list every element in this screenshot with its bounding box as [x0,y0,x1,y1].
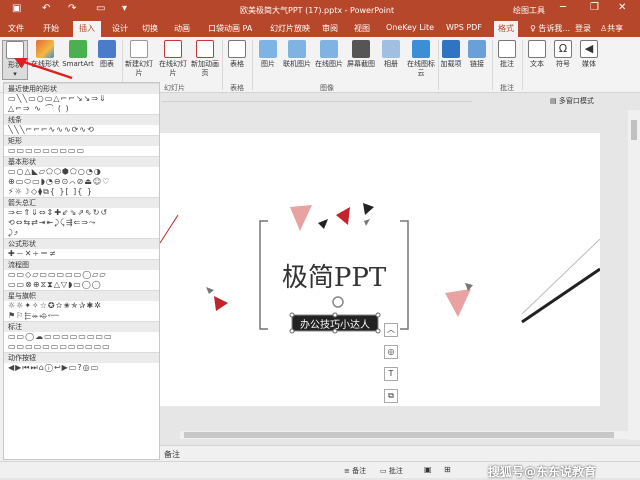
red-arrow-line [17,58,73,80]
annotation-arrow [14,58,73,80]
